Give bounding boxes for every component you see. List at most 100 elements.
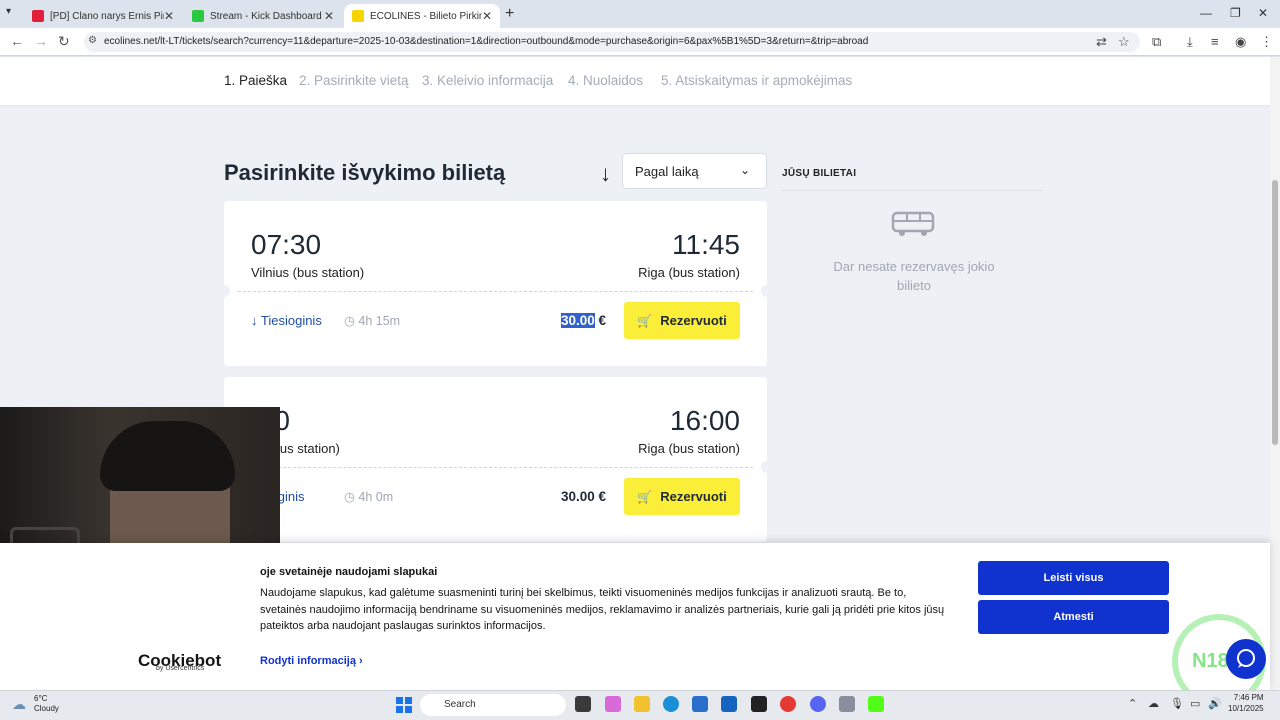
bus-icon — [891, 211, 935, 236]
window-close-icon[interactable]: ✕ — [1258, 6, 1268, 20]
your-tickets-heading: JŪSŲ BILIETAI — [782, 168, 857, 179]
ecolines-icon — [352, 10, 364, 22]
step-passenger-info[interactable]: 3. Keleivio informacija — [422, 73, 553, 88]
reserve-label: Rezervuoti — [660, 313, 727, 328]
arrival-station: Riga (bus station) — [638, 441, 740, 456]
trip-card: :00 16:00 us (bus station) Riga (bus sta… — [224, 377, 773, 542]
reserve-button[interactable]: 🛒 Rezervuoti — [624, 302, 740, 339]
extensions-icon[interactable]: ⧉ — [1152, 34, 1161, 50]
cookiebot-logo-sub: by Usercentrics — [156, 665, 205, 672]
divider — [782, 190, 1042, 191]
ticket-notch — [761, 285, 773, 297]
profile-icon[interactable]: ◉ — [1235, 34, 1246, 50]
browser-tab-2[interactable]: Stream - Kick Dashboard ✕ — [184, 4, 342, 28]
weather-widget[interactable]: 6°C Cloudy — [34, 694, 59, 714]
windows-start-icon[interactable] — [396, 697, 412, 713]
tray-chevron-up-icon[interactable]: ⌃ — [1128, 697, 1137, 710]
bookmark-star-icon[interactable]: ☆ — [1118, 34, 1130, 50]
page-title: Pasirinkite išvykimo bilietą — [224, 160, 506, 185]
reserve-label: Rezervuoti — [660, 489, 727, 504]
close-icon[interactable]: ✕ — [164, 9, 174, 23]
allow-all-button[interactable]: Leisti visus — [978, 561, 1169, 595]
divider — [238, 291, 753, 292]
cookie-banner: Cookiebot by Usercentrics oje svetainėje… — [0, 543, 1270, 690]
route-type: Tiesioginis — [260, 313, 322, 328]
edge-icon[interactable] — [663, 696, 679, 712]
sort-direction-arrow-icon[interactable]: ↓ — [600, 161, 611, 187]
scrollbar-thumb[interactable] — [1272, 180, 1278, 445]
ticket-notch — [218, 285, 230, 297]
new-tab-plus-icon[interactable]: + — [505, 5, 514, 23]
forward-arrow-icon[interactable]: → — [34, 33, 48, 49]
tab-search-icon[interactable]: ▾ — [6, 6, 11, 17]
taskbar-search[interactable]: Search — [420, 694, 566, 716]
copilot-icon[interactable] — [605, 696, 621, 712]
site-info-icon[interactable]: ⚙ — [88, 35, 97, 46]
cookie-title: oje svetainėje naudojami slapukai — [260, 566, 438, 578]
address-bar[interactable]: ecolines.net/lt-LT/tickets/search?curren… — [84, 32, 1140, 52]
translate-icon[interactable]: ⇄ — [1096, 34, 1107, 50]
close-icon[interactable]: ✕ — [324, 9, 334, 23]
cart-icon: 🛒 — [637, 313, 653, 328]
youtube-icon — [32, 10, 44, 22]
store-icon[interactable] — [692, 696, 708, 712]
temperature: 6°C — [34, 694, 48, 703]
menu-dots-icon[interactable]: ⋮ — [1260, 34, 1273, 50]
clock-time: 7:46 PM — [1233, 693, 1264, 702]
tab-title: Stream - Kick Dashboard — [210, 10, 322, 22]
outlook-icon[interactable] — [721, 696, 737, 712]
arrival-time: 16:00 — [669, 405, 740, 436]
chat-bubble-icon — [1237, 649, 1255, 668]
volume-icon[interactable]: 🔊 — [1208, 697, 1222, 710]
onedrive-icon[interactable]: ☁ — [1148, 697, 1159, 710]
deny-button[interactable]: Atmesti — [978, 600, 1169, 634]
show-details-link[interactable]: Rodyti informaciją › — [260, 655, 363, 667]
taskbar-clock[interactable]: 7:46 PM 10/1/2025 — [1228, 692, 1264, 714]
price-currency: € — [594, 313, 607, 328]
arrival-station: Riga (bus station) — [638, 265, 740, 280]
restore-icon[interactable]: ❐ — [1230, 6, 1241, 20]
trip-duration: ◷ 4h 0m — [344, 489, 393, 504]
terminal-icon[interactable] — [751, 696, 767, 712]
divider — [238, 467, 753, 468]
chevron-right-icon: › — [355, 655, 363, 667]
ticket-notch — [761, 461, 773, 473]
download-icon[interactable]: ⤓ — [1187, 34, 1193, 50]
back-arrow-icon[interactable]: ← — [10, 33, 24, 49]
price-selected-text: 30.00 — [561, 313, 595, 328]
browser-tab-1[interactable]: [PD] Clano narys Ernis Pirmas d ✕ — [24, 4, 182, 28]
kick-icon — [192, 10, 204, 22]
trip-price: 30.00 € — [561, 489, 607, 504]
chrome-icon[interactable] — [780, 696, 796, 712]
browser-tab-bar: ▾ [PD] Clano narys Ernis Pirmas d ✕ Stre… — [0, 0, 1280, 28]
file-explorer-icon[interactable] — [634, 696, 650, 712]
step-discounts[interactable]: 4. Nuolaidos — [568, 73, 643, 88]
step-select-seat[interactable]: 2. Pasirinkite vietą — [299, 73, 409, 88]
arrow-down-icon: ↓ — [251, 313, 261, 328]
task-view-icon[interactable] — [575, 696, 591, 712]
direct-route-link[interactable]: ↓ Tiesioginis — [251, 313, 322, 328]
step-payment[interactable]: 5. Atsiskaitymas ir apmokėjimas — [661, 73, 852, 88]
weather-condition: Cloudy — [34, 704, 59, 713]
reserve-button[interactable]: 🛒 Rezervuoti — [624, 478, 740, 515]
media-icon[interactable]: ≡ — [1211, 34, 1219, 49]
departure-station: Vilnius (bus station) — [251, 265, 365, 280]
close-icon[interactable]: ✕ — [482, 9, 492, 23]
browser-toolbar: ← → ↻ ecolines.net/lt-LT/tickets/search?… — [0, 28, 1280, 56]
microphone-icon[interactable]: 🎙 — [1170, 697, 1184, 710]
minimize-icon[interactable]: — — [1200, 6, 1212, 20]
cloud-icon[interactable]: ☁ — [12, 696, 26, 713]
reload-icon[interactable]: ↻ — [58, 33, 70, 50]
trip-duration: ◷ 4h 15m — [344, 313, 400, 328]
snipping-tool-icon[interactable] — [839, 696, 855, 712]
network-icon[interactable]: ▭ — [1190, 697, 1200, 710]
cart-icon: 🛒 — [637, 489, 653, 504]
departure-time: 07:30 — [251, 229, 322, 260]
chat-button[interactable] — [1226, 639, 1266, 679]
tab-title: [PD] Clano narys Ernis Pirmas d — [50, 10, 164, 22]
step-search[interactable]: 1. Paieška — [224, 73, 287, 88]
kick-app-icon[interactable] — [868, 696, 884, 712]
chevron-down-icon[interactable]: ⌄ — [740, 163, 750, 177]
browser-tab-3[interactable]: ECOLINES - Bilieto Pirkimas – P ✕ — [344, 4, 500, 28]
discord-icon[interactable] — [810, 696, 826, 712]
